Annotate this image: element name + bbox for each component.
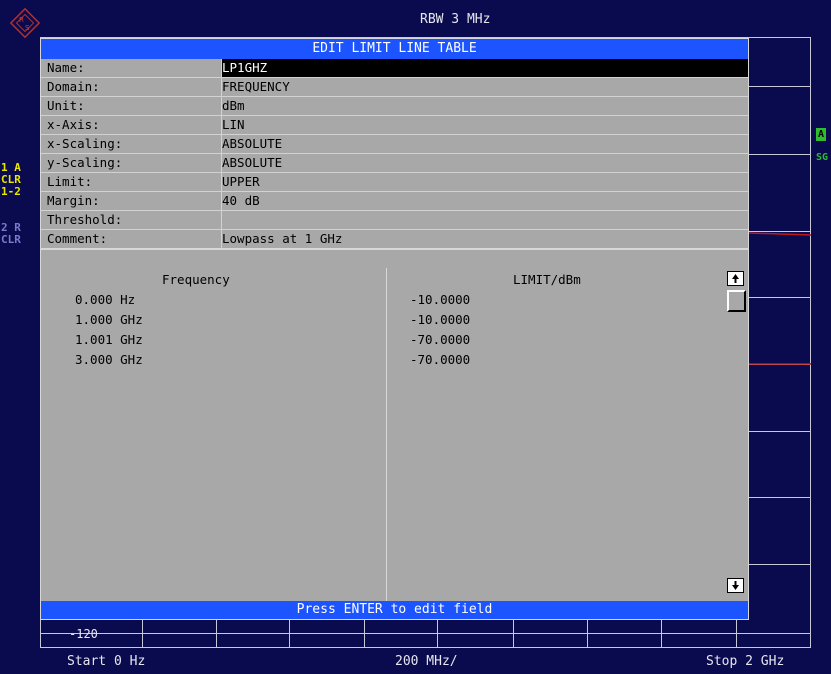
field-label: Limit: bbox=[47, 174, 93, 189]
field-row-name[interactable]: Name: LP1GHZ bbox=[41, 59, 748, 78]
table-cell-limit[interactable]: -70.0000 bbox=[410, 332, 470, 347]
margin-field[interactable]: 40 dB bbox=[222, 193, 260, 208]
rohde-schwarz-logo-icon: R S bbox=[9, 7, 41, 39]
sgl-label: SG bbox=[816, 152, 829, 163]
trace2-clr-label: CLR bbox=[1, 233, 21, 246]
arrow-up-icon bbox=[732, 274, 739, 283]
field-row-domain[interactable]: Domain: FREQUENCY bbox=[41, 78, 748, 97]
table-cell-frequency[interactable]: 1.000 GHz bbox=[75, 312, 143, 327]
table-cell-limit[interactable]: -10.0000 bbox=[410, 292, 470, 307]
unit-field[interactable]: dBm bbox=[222, 98, 245, 113]
table-cell-limit[interactable]: -70.0000 bbox=[410, 352, 470, 367]
field-row-unit[interactable]: Unit: dBm bbox=[41, 97, 748, 116]
rbw-readout: RBW 3 MHz bbox=[420, 12, 491, 27]
y-scaling-field[interactable]: ABSOLUTE bbox=[222, 155, 282, 170]
scroll-up-button[interactable] bbox=[727, 271, 744, 286]
table-cell-frequency[interactable]: 1.001 GHz bbox=[75, 332, 143, 347]
field-label: Margin: bbox=[47, 193, 100, 208]
span-per-division-label: 200 MHz/ bbox=[395, 654, 458, 669]
comment-field[interactable]: Lowpass at 1 GHz bbox=[222, 231, 342, 246]
field-row-x-axis[interactable]: x-Axis: LIN bbox=[41, 116, 748, 135]
table-scrollbar[interactable] bbox=[727, 270, 746, 597]
svg-text:R: R bbox=[19, 16, 24, 24]
field-label: Name: bbox=[47, 60, 85, 75]
field-label: Threshold: bbox=[47, 212, 123, 227]
name-field[interactable]: LP1GHZ bbox=[222, 60, 267, 75]
x-scaling-field[interactable]: ABSOLUTE bbox=[222, 136, 282, 151]
stop-frequency-label: Stop 2 GHz bbox=[706, 654, 785, 669]
svg-text:S: S bbox=[25, 24, 30, 32]
field-row-threshold[interactable]: Threshold: bbox=[41, 211, 748, 230]
limit-line-trace bbox=[749, 232, 811, 365]
field-label: Unit: bbox=[47, 98, 85, 113]
field-label: Domain: bbox=[47, 79, 100, 94]
scroll-thumb[interactable] bbox=[727, 290, 746, 312]
dialog-status-bar: Press ENTER to edit field bbox=[41, 601, 748, 619]
ref-level-label: -120 bbox=[69, 627, 98, 641]
table-cell-frequency[interactable]: 0.000 Hz bbox=[75, 292, 135, 307]
field-row-comment[interactable]: Comment: Lowpass at 1 GHz bbox=[41, 230, 748, 250]
limit-values-table: Frequency LIMIT/dBm 0.000 Hz -10.0000 1.… bbox=[41, 268, 748, 601]
field-row-limit[interactable]: Limit: UPPER bbox=[41, 173, 748, 192]
limit-column-header: LIMIT/dBm bbox=[513, 272, 581, 287]
attenuation-badge: A bbox=[816, 128, 827, 141]
field-label: y-Scaling: bbox=[47, 155, 123, 170]
dialog-title: EDIT LIMIT LINE TABLE bbox=[41, 39, 748, 59]
field-label: x-Scaling: bbox=[47, 136, 123, 151]
table-cell-limit[interactable]: -10.0000 bbox=[410, 312, 470, 327]
field-row-margin[interactable]: Margin: 40 dB bbox=[41, 192, 748, 211]
scroll-down-button[interactable] bbox=[727, 578, 744, 593]
trace1-2-label: 1-2 bbox=[1, 185, 21, 198]
edit-limit-line-dialog: EDIT LIMIT LINE TABLE Name: LP1GHZ Domai… bbox=[40, 38, 749, 620]
limit-field[interactable]: UPPER bbox=[222, 174, 260, 189]
field-label: x-Axis: bbox=[47, 117, 100, 132]
x-axis-field[interactable]: LIN bbox=[222, 117, 245, 132]
frequency-column-header: Frequency bbox=[162, 272, 230, 287]
table-cell-frequency[interactable]: 3.000 GHz bbox=[75, 352, 143, 367]
domain-field[interactable]: FREQUENCY bbox=[222, 79, 290, 94]
field-label: Comment: bbox=[47, 231, 108, 246]
field-row-x-scaling[interactable]: x-Scaling: ABSOLUTE bbox=[41, 135, 748, 154]
field-row-y-scaling[interactable]: y-Scaling: ABSOLUTE bbox=[41, 154, 748, 173]
start-frequency-label: Start 0 Hz bbox=[67, 654, 146, 669]
arrow-down-icon bbox=[732, 581, 739, 590]
